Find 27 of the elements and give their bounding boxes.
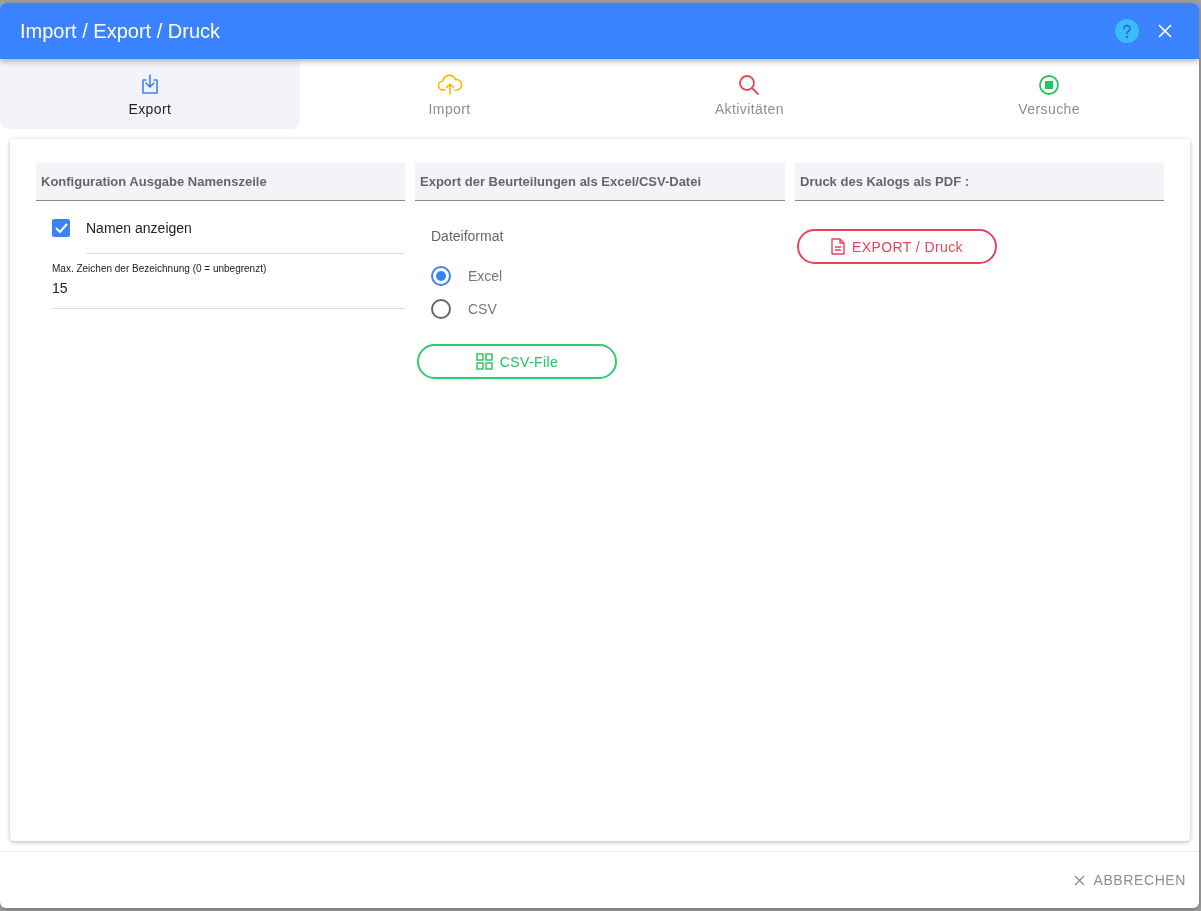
- radio-option[interactable]: Excel: [431, 266, 785, 286]
- download-icon: [139, 73, 160, 96]
- tab[interactable]: Export: [0, 59, 300, 129]
- section-heading: Druck des Kalogs als PDF :: [795, 163, 1164, 201]
- tab[interactable]: Aktivitäten: [599, 59, 900, 129]
- export-print-button[interactable]: EXPORT / Druck: [797, 229, 997, 264]
- csv-file-button[interactable]: CSV-File: [417, 344, 617, 379]
- tab[interactable]: Versuche: [899, 59, 1199, 129]
- field-label: Dateiformat: [431, 228, 505, 244]
- tab[interactable]: Import: [299, 59, 600, 129]
- close-icon[interactable]: [1157, 23, 1173, 39]
- field-label: Max. Zeichen der Bezeichnung (0 = unbegrenzt): [52, 263, 268, 274]
- input-field[interactable]: 15: [52, 280, 405, 296]
- radio-option[interactable]: CSV: [431, 299, 785, 319]
- section-heading: Export der Beurteilungen als Excel/CSV-Datei: [415, 163, 785, 201]
- section-heading: Konfiguration Ausgabe Namenszeile: [36, 163, 405, 201]
- search-icon: [738, 73, 761, 96]
- checkbox[interactable]: [52, 219, 70, 237]
- dialog-title: Import / Export / Druck: [20, 19, 222, 43]
- close-icon: [1074, 874, 1086, 886]
- cloud-upload-icon: [436, 73, 463, 96]
- grid-icon: [475, 353, 493, 370]
- help-icon[interactable]: [1115, 19, 1139, 43]
- stop-circle-icon: [1038, 73, 1061, 96]
- document-icon: [831, 238, 846, 255]
- checkbox-label: Namen anzeigen: [86, 220, 192, 236]
- cancel-button[interactable]: ABBRECHEN: [1074, 868, 1186, 892]
